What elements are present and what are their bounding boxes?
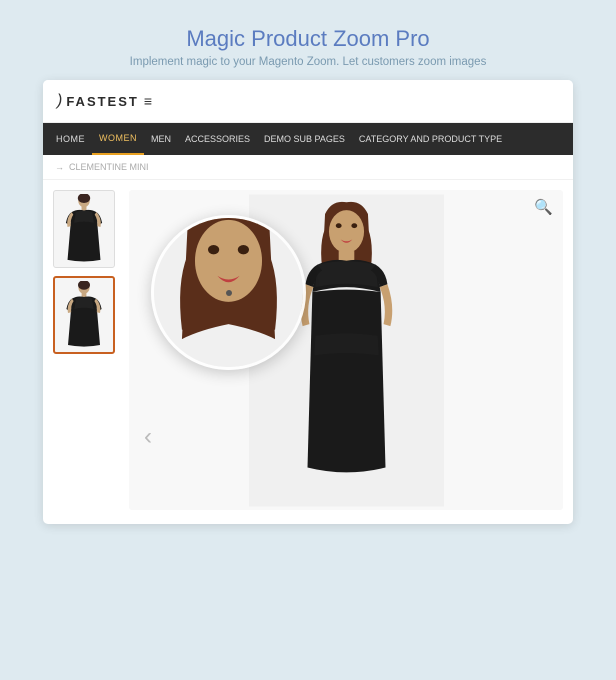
page-title: Magic Product Zoom Pro xyxy=(20,26,596,52)
breadcrumb-arrow: → xyxy=(55,162,64,172)
product-area: 🔍 xyxy=(43,180,573,524)
nav-item-category-product-type[interactable]: CATEGORY AND PRODUCT TYPE xyxy=(352,123,509,155)
store-logo-symbol: ) xyxy=(57,92,62,110)
nav-bar: HOME WOMEN MEN ACCESSORIES DEMO SUB PAGE… xyxy=(43,123,573,155)
prev-arrow-button[interactable]: ‹ xyxy=(135,424,161,450)
zoom-icon-button[interactable]: 🔍 xyxy=(534,198,553,216)
nav-item-demo-sub-pages[interactable]: DEMO SUB PAGES xyxy=(257,123,352,155)
store-logo-lines: ≡ xyxy=(144,93,152,109)
main-image-area: 🔍 xyxy=(129,190,563,510)
thumbnail-2[interactable] xyxy=(53,276,115,354)
thumbnails-column xyxy=(53,190,119,510)
product-image xyxy=(249,193,444,508)
page-subtitle: Implement magic to your Magento Zoom. Le… xyxy=(20,56,596,68)
breadcrumb-text: CLEMENTINE MINI xyxy=(69,162,149,172)
nav-item-home[interactable]: HOME xyxy=(49,123,92,155)
thumbnail-1[interactable] xyxy=(53,190,115,268)
store-logo-text: FASTEST xyxy=(66,94,139,109)
breadcrumb: → CLEMENTINE MINI xyxy=(43,155,573,180)
nav-item-women[interactable]: WOMEN xyxy=(92,123,144,155)
nav-item-men[interactable]: MEN xyxy=(144,123,178,155)
nav-item-accessories[interactable]: ACCESSORIES xyxy=(178,123,257,155)
zoom-dot xyxy=(226,290,232,296)
